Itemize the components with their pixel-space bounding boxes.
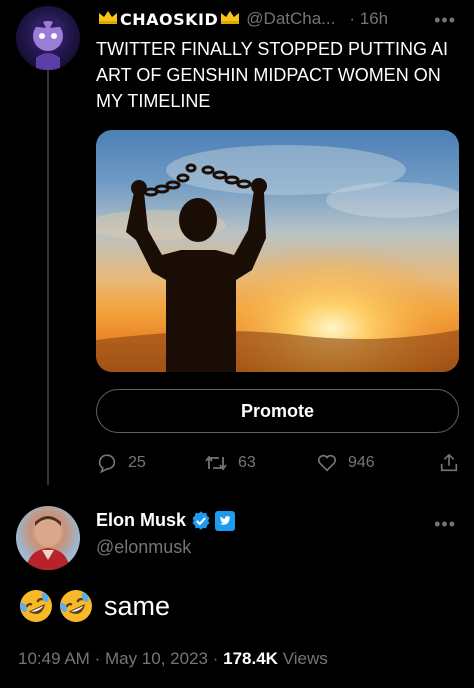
relative-time: 16h xyxy=(359,9,389,28)
tweet-timestamp[interactable]: · 16h xyxy=(349,9,388,29)
like-button[interactable]: 946 xyxy=(316,448,375,478)
tweet-metadata: 10:49 AM · May 10, 2023 · 178.4K Views xyxy=(18,649,328,669)
like-count: 946 xyxy=(348,454,375,471)
tweet-time[interactable]: 10:49 AM xyxy=(18,649,90,668)
avatar[interactable] xyxy=(16,6,80,70)
tweet-header: CHAOSKID @DatCha... · 16h xyxy=(96,6,466,32)
more-options-icon[interactable]: ••• xyxy=(434,10,456,31)
reply-text-row: same xyxy=(18,588,170,624)
retweet-count: 63 xyxy=(238,454,256,471)
tweet-action-bar: 25 63 946 xyxy=(96,448,462,478)
display-name[interactable]: CHAOSKID xyxy=(120,10,218,29)
thread-connector-line xyxy=(47,70,49,485)
avatar[interactable] xyxy=(16,506,80,570)
views-count[interactable]: 178.4K xyxy=(223,649,278,668)
heart-icon xyxy=(317,454,337,472)
reply-count: 25 xyxy=(128,454,146,471)
user-handle[interactable]: @DatCha... xyxy=(246,9,335,29)
crown-icon xyxy=(220,9,240,30)
tweet-date[interactable]: May 10, 2023 xyxy=(105,649,208,668)
retweet-icon xyxy=(205,455,227,471)
silhouette-breaking-chains-image xyxy=(96,130,459,372)
tweet-text: TWITTER FINALLY STOPPED PUTTING AI ART O… xyxy=(96,39,449,111)
display-name[interactable]: Elon Musk xyxy=(96,510,186,531)
user-handle[interactable]: @elonmusk xyxy=(96,537,191,558)
avatar-art-icon xyxy=(30,16,66,70)
promote-button[interactable]: Promote xyxy=(96,389,459,433)
reply-icon xyxy=(98,454,116,474)
share-icon xyxy=(440,453,458,472)
separator-dot: · xyxy=(349,9,356,28)
rolling-on-floor-laughing-emoji-icon xyxy=(58,588,94,624)
author-name-row: Elon Musk xyxy=(96,510,236,531)
tweet-image[interactable] xyxy=(96,130,459,372)
retweet-button[interactable]: 63 xyxy=(204,448,256,478)
avatar-photo-icon xyxy=(26,516,70,570)
separator-dot: · xyxy=(212,649,219,668)
verified-badge-icon[interactable] xyxy=(191,510,211,531)
reply-text: same xyxy=(104,590,171,621)
rolling-on-floor-laughing-emoji-icon xyxy=(18,588,54,624)
reply-button[interactable]: 25 xyxy=(96,448,146,478)
share-button[interactable] xyxy=(438,448,470,478)
crown-icon xyxy=(98,9,118,30)
twitter-blue-icon[interactable] xyxy=(215,510,236,531)
more-options-icon[interactable]: ••• xyxy=(434,514,456,535)
separator-dot: · xyxy=(94,649,101,668)
views-label: Views xyxy=(282,649,328,668)
